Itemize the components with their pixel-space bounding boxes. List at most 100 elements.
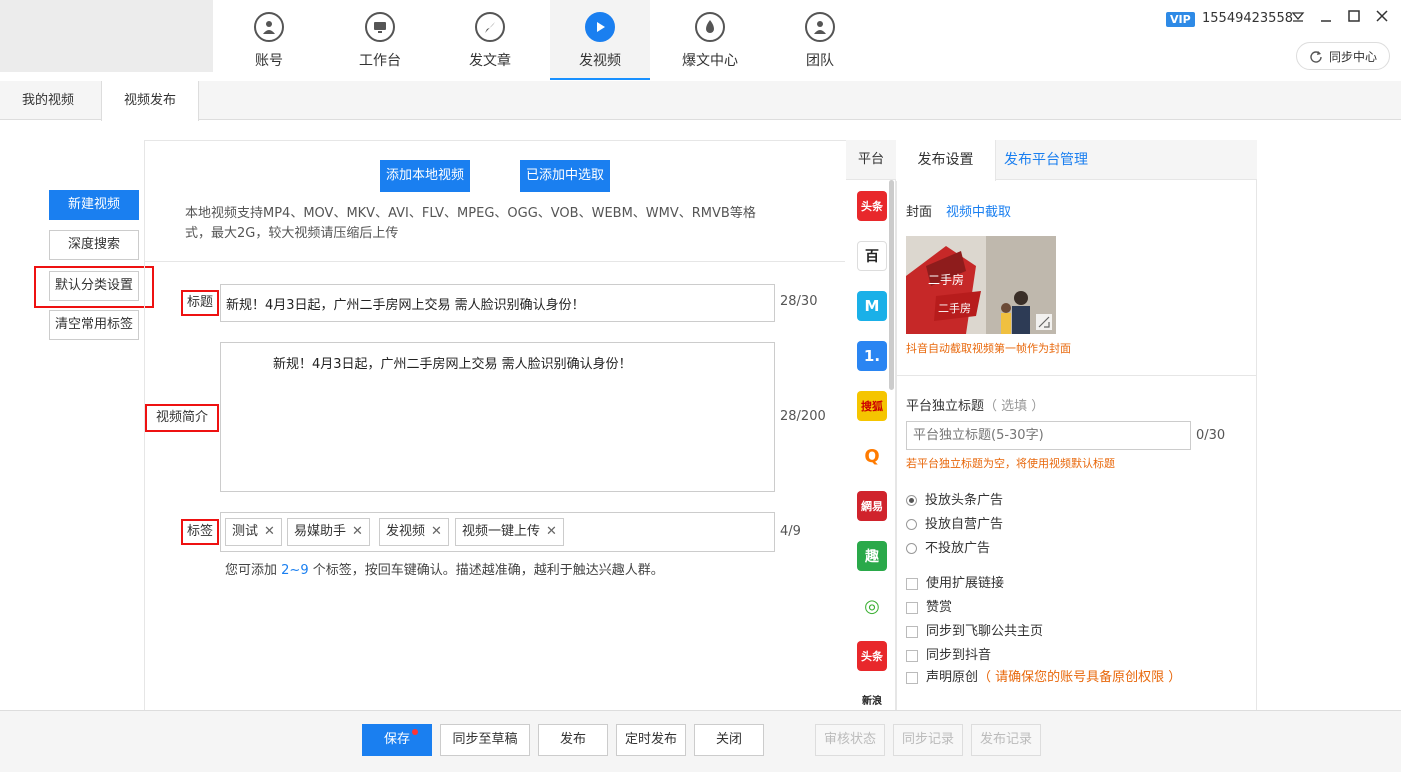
cover-capture-link[interactable]: 视频中截取 xyxy=(946,201,1011,220)
add-local-video-button[interactable]: 添加本地视频 xyxy=(380,160,470,192)
reward-checkbox[interactable]: 赞赏 xyxy=(906,596,952,615)
qutoutiao-icon[interactable]: 趣 xyxy=(857,541,887,571)
nav-tab-hot[interactable]: 爆文中心 xyxy=(660,0,760,80)
cover-label: 封面 xyxy=(906,205,933,220)
yidian-icon[interactable]: 1. xyxy=(857,341,887,371)
subtab-bar xyxy=(0,81,1401,120)
baijia-icon[interactable]: 百 xyxy=(857,241,887,271)
unsaved-dot xyxy=(412,729,418,735)
netease-icon[interactable]: 網易 xyxy=(857,491,887,521)
tag-text: 测试 xyxy=(232,524,259,539)
nav-tab-label: 账号 xyxy=(255,53,283,69)
qiehao-icon[interactable]: Q xyxy=(857,441,887,471)
feiliao-sync-checkbox[interactable]: 同步到飞聊公共主页 xyxy=(906,620,1043,639)
new-video-button[interactable]: 新建视频 xyxy=(49,190,139,220)
nav-tab-label: 发文章 xyxy=(469,53,511,69)
platform-scrollbar[interactable] xyxy=(889,180,894,390)
tag-remove-icon[interactable]: ✕ xyxy=(546,524,557,539)
douyin-sync-checkbox[interactable]: 同步到抖音 xyxy=(906,644,991,663)
clear-tags-button[interactable]: 清空常用标签 xyxy=(49,310,139,340)
tags-hint-range: 2~9 xyxy=(281,563,309,578)
nav-tab-label: 发视频 xyxy=(579,53,621,69)
refresh-icon xyxy=(1310,51,1322,63)
tab-publish-settings[interactable]: 发布设置 xyxy=(896,140,996,181)
optional-label: （ 选填 ） xyxy=(984,399,1045,414)
independent-title-heading: 平台独立标题（ 选填 ） xyxy=(906,395,1044,414)
account-phone[interactable]: 15549423558 xyxy=(1202,11,1293,26)
checkbox-label: 赞赏 xyxy=(926,600,953,615)
default-category-button[interactable]: 默认分类设置 xyxy=(49,271,139,301)
cover-thumbnail[interactable]: 二手房 二手房 xyxy=(906,236,1056,334)
sync-record-button[interactable]: 同步记录 xyxy=(893,724,963,756)
publish-record-button[interactable]: 发布记录 xyxy=(971,724,1041,756)
description-label: 视频简介 xyxy=(145,404,219,432)
tag-chip: 易媒助手 ✕ xyxy=(287,518,370,546)
account-dropdown-icon[interactable] xyxy=(1288,8,1308,30)
minimize-icon[interactable] xyxy=(1316,8,1336,30)
checkbox-icon xyxy=(906,577,918,590)
review-status-button[interactable]: 审核状态 xyxy=(815,724,885,756)
nav-tab-video[interactable]: 发视频 xyxy=(550,0,650,80)
sync-draft-button[interactable]: 同步至草稿 xyxy=(440,724,530,756)
deep-search-button[interactable]: 深度搜索 xyxy=(49,230,139,260)
tag-remove-icon[interactable]: ✕ xyxy=(264,524,275,539)
svg-text:二手房: 二手房 xyxy=(928,272,964,287)
sohu-icon[interactable]: 搜狐 xyxy=(857,391,887,421)
checkbox-icon xyxy=(906,625,918,638)
upload-hint: 本地视频支持MP4、MOV、MKV、AVI、FLV、MPEG、OGG、VOB、W… xyxy=(185,204,825,244)
close-button[interactable]: 关闭 xyxy=(694,724,764,756)
xigua-icon[interactable]: 头条 xyxy=(857,641,887,671)
ad-option-label: 投放头条广告 xyxy=(925,493,1004,508)
tag-chip: 发视频 ✕ xyxy=(379,518,449,546)
independent-title-input[interactable] xyxy=(906,421,1191,450)
pick-added-button[interactable]: 已添加中选取 xyxy=(520,160,610,192)
save-button[interactable]: 保存 xyxy=(362,724,432,756)
independent-title-label: 平台独立标题 xyxy=(906,399,985,414)
ad-option-toutiao[interactable]: 投放头条广告 xyxy=(906,489,1003,508)
tag-remove-icon[interactable]: ✕ xyxy=(431,524,442,539)
independent-title-note: 若平台独立标题为空，将使用视频默认标题 xyxy=(906,457,1115,470)
publish-button[interactable]: 发布 xyxy=(538,724,608,756)
nav-tab-account[interactable]: 账号 xyxy=(219,0,319,80)
platform-header: 平台 xyxy=(846,140,896,180)
extended-link-checkbox[interactable]: 使用扩展链接 xyxy=(906,572,1004,591)
divider xyxy=(145,261,845,262)
nav-tab-team[interactable]: 团队 xyxy=(770,0,870,80)
feather-icon xyxy=(475,12,505,42)
original-note: （ 请确保您的账号具备原创权限 ） xyxy=(978,670,1182,685)
aiqiyi-icon[interactable]: ◎ xyxy=(857,591,887,621)
crop-icon[interactable] xyxy=(1036,314,1052,330)
sync-center-button[interactable]: 同步中心 xyxy=(1296,42,1390,70)
maximize-icon[interactable] xyxy=(1344,8,1364,30)
close-icon[interactable] xyxy=(1372,8,1392,30)
original-checkbox[interactable]: 声明原创（ 请确保您的账号具备原创权限 ） xyxy=(906,666,1181,685)
sina-icon[interactable]: 新浪 xyxy=(857,688,887,710)
ad-option-self[interactable]: 投放自营广告 xyxy=(906,513,1003,532)
nav-tab-label: 工作台 xyxy=(359,53,401,69)
nav-tab-label: 爆文中心 xyxy=(682,53,738,69)
subtab-my-videos[interactable]: 我的视频 xyxy=(0,81,96,120)
radio-icon xyxy=(906,519,917,530)
nav-tab-workbench[interactable]: 工作台 xyxy=(330,0,430,80)
independent-title-count: 0/30 xyxy=(1196,428,1226,443)
tab-platform-management[interactable]: 发布平台管理 xyxy=(996,140,1096,180)
flame-icon xyxy=(695,12,725,42)
checkbox-label: 声明原创 xyxy=(926,670,979,685)
checkbox-label: 同步到抖音 xyxy=(926,648,992,663)
ad-option-none[interactable]: 不投放广告 xyxy=(906,537,990,556)
toutiao-icon[interactable]: 头条 xyxy=(857,191,887,221)
radio-icon xyxy=(906,543,917,554)
title-input[interactable]: 新规！4月3日起，广州二手房网上交易 需人脸识别确认身份！ xyxy=(220,284,775,322)
vip-badge: VIP xyxy=(1166,12,1195,27)
nav-tab-article[interactable]: 发文章 xyxy=(440,0,540,80)
tag-text: 发视频 xyxy=(386,524,426,539)
dayu-icon[interactable]: M xyxy=(857,291,887,321)
team-icon xyxy=(805,12,835,42)
upload-hint-line2: 式，最大2G，较大视频请压缩后上传 xyxy=(185,226,399,241)
description-textarea[interactable]: 新规！4月3日起，广州二手房网上交易 需人脸识别确认身份！ xyxy=(220,342,775,492)
subtab-video-publish[interactable]: 视频发布 xyxy=(101,81,200,121)
schedule-publish-button[interactable]: 定时发布 xyxy=(616,724,686,756)
radio-selected-icon xyxy=(906,495,917,506)
tag-remove-icon[interactable]: ✕ xyxy=(352,524,363,539)
tags-hint: 您可添加 2~9 个标签，按回车键确认。描述越准确，越利于触达兴趣人群。 xyxy=(225,559,664,578)
